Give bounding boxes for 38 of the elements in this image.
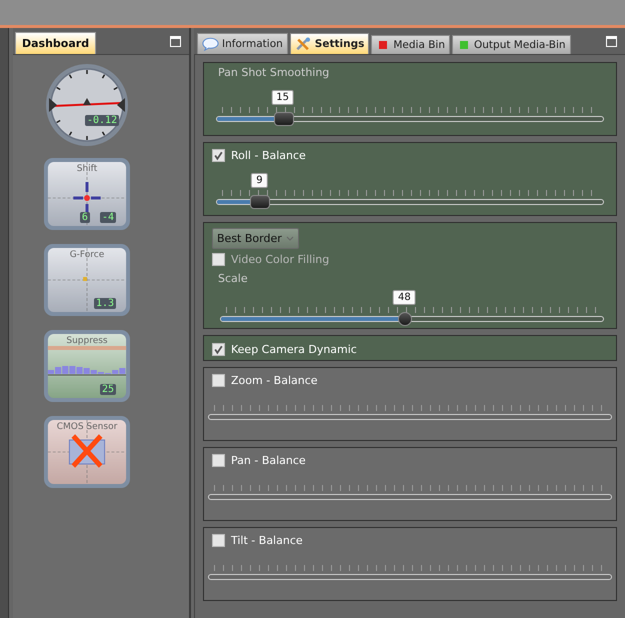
gauge-readout: 1.3: [94, 298, 116, 309]
tools-icon: [294, 37, 312, 51]
slider-thumb[interactable]: [398, 312, 412, 326]
group-label: Pan Shot Smoothing: [218, 66, 330, 79]
slider[interactable]: [208, 565, 612, 580]
slider-thumb[interactable]: [274, 112, 294, 126]
tab[interactable]: Settings: [290, 33, 370, 54]
gauge-readout: 25: [100, 384, 116, 395]
speech-bubble-icon: [202, 37, 219, 51]
caret-icon: [286, 236, 294, 241]
gauge-title: Suppress: [66, 336, 108, 346]
checkmark-icon: [213, 150, 224, 161]
dashboard-tab[interactable]: Dashboard: [15, 32, 96, 54]
value-tooltip: 9: [251, 173, 268, 188]
checkbox[interactable]: Pan - Balance: [212, 454, 306, 467]
maximize-icon[interactable]: [606, 36, 617, 47]
maximize-icon[interactable]: [170, 36, 181, 47]
tab[interactable]: Information: [197, 33, 288, 54]
checkbox[interactable]: Tilt - Balance: [212, 534, 303, 547]
slider-thumb[interactable]: [250, 195, 270, 209]
value-tooltip: 48: [393, 290, 416, 305]
slider[interactable]: [208, 405, 612, 420]
dial-readout: -0.12: [85, 115, 120, 126]
tab[interactable]: Output Media-Bin: [452, 35, 571, 54]
gauge-title: G-Force: [70, 250, 104, 260]
checkbox[interactable]: Roll - Balance: [212, 149, 306, 162]
scale-label: Scale: [218, 272, 248, 285]
gauge-readout: 6: [80, 212, 90, 223]
gauge-readout: -4: [100, 212, 116, 223]
checkmark-icon: [213, 344, 224, 355]
gauge-title: CMOS Sensor: [56, 422, 118, 432]
border-dropdown[interactable]: Best Border: [212, 228, 299, 249]
gauge-title: Shift: [76, 164, 98, 174]
slider[interactable]: [208, 485, 612, 500]
checkbox[interactable]: Keep Camera Dynamic: [212, 343, 357, 356]
value-tooltip: 15: [271, 90, 294, 105]
checkbox[interactable]: Zoom - Balance: [212, 374, 318, 387]
tab[interactable]: Media Bin: [371, 35, 450, 54]
